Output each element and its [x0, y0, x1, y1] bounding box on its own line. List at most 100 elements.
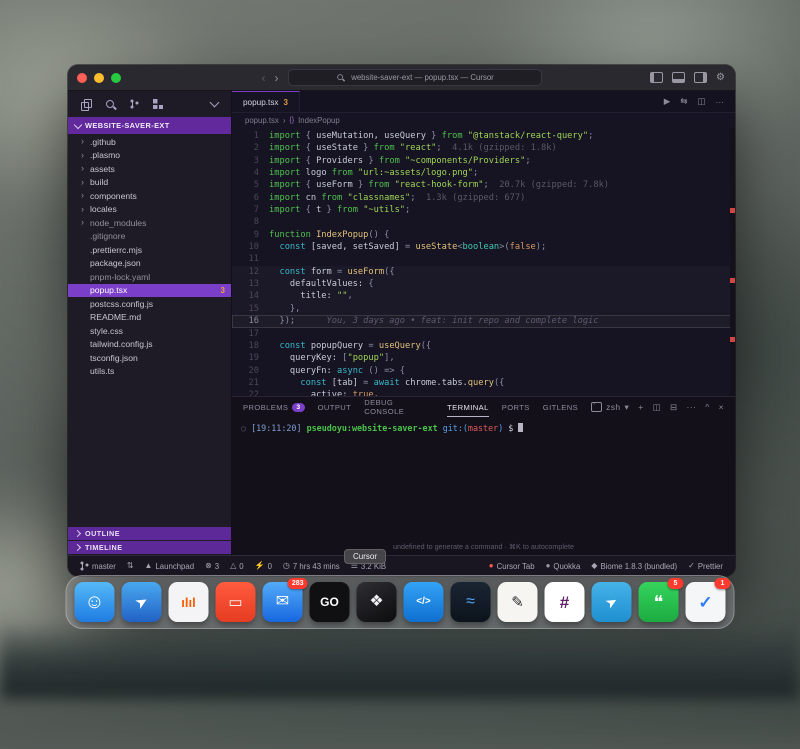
status-time-tracker[interactable]: ◷7 hrs 43 mins — [279, 562, 344, 571]
new-terminal-icon[interactable]: + — [638, 402, 643, 412]
terminal[interactable]: ○ [19:11:20] pseudoyu:website-saver-ext … — [232, 417, 735, 542]
panel-tab-ports[interactable]: PORTS — [502, 397, 530, 417]
dock-follow[interactable]: ılıl — [169, 582, 209, 622]
cursor-window: ‹ › website-saver-ext — popup.tsx — Curs… — [68, 65, 735, 576]
tree-item-label: style.css — [90, 326, 123, 336]
panel-tab-output[interactable]: OUTPUT — [318, 397, 352, 417]
tab-bar: popup.tsx 3 ▶ ⇆ ◫ ··· — [232, 91, 735, 113]
dock-wechat[interactable]: ❝5 — [639, 582, 679, 622]
gear-icon[interactable]: ⚙ — [716, 73, 725, 83]
status-launchpad[interactable]: ▲Launchpad — [141, 562, 199, 571]
dock-bird-app[interactable]: ➤ — [122, 582, 162, 622]
tree-item-tailwind.config.js[interactable]: tailwind.config.js — [68, 338, 231, 352]
dock-vscode[interactable]: </> — [404, 582, 444, 622]
outline-section-header[interactable]: OUTLINE — [68, 527, 231, 540]
source-control-icon[interactable] — [130, 99, 139, 109]
search-icon — [337, 74, 345, 82]
more-actions-icon[interactable]: ··· — [716, 97, 725, 107]
panel-tab-problems[interactable]: PROBLEMS3 — [243, 397, 305, 417]
close-window-button[interactable] — [77, 73, 87, 83]
status-sync-changes[interactable]: ⇅ — [123, 562, 138, 570]
command-center[interactable]: website-saver-ext — popup.tsx — Cursor — [288, 69, 542, 86]
panel-tab-terminal[interactable]: TERMINAL — [447, 397, 489, 417]
toggle-panel-icon[interactable] — [672, 72, 685, 83]
tree-item-postcss.config.js[interactable]: postcss.config.js — [68, 297, 231, 311]
status-counter[interactable]: ⚡0 — [251, 562, 276, 571]
open-changes-icon[interactable]: ⇆ — [680, 96, 687, 107]
tab-popup-tsx[interactable]: popup.tsx 3 — [232, 91, 300, 112]
tree-item-assets[interactable]: ›assets — [68, 162, 231, 176]
tree-item-README.md[interactable]: README.md — [68, 311, 231, 325]
toggle-secondary-sidebar-icon[interactable] — [694, 72, 707, 83]
timeline-section-header[interactable]: TIMELINE — [68, 541, 231, 554]
tree-item-pnpm-lock.yaml[interactable]: pnpm-lock.yaml — [68, 270, 231, 284]
explorer-icon[interactable] — [81, 99, 91, 110]
panel-tab-label: PORTS — [502, 403, 530, 412]
more-actions-icon[interactable]: ··· — [687, 402, 697, 412]
tree-item-popup.tsx[interactable]: popup.tsx3 — [68, 284, 231, 298]
status-prettier[interactable]: ✓Prettier — [684, 562, 727, 571]
dock-mail[interactable]: ✉283 — [263, 582, 303, 622]
breadcrumb-symbol[interactable]: IndexPopup — [298, 116, 340, 125]
vscode-icon: </> — [404, 582, 444, 622]
overview-ruler[interactable] — [730, 128, 735, 396]
status-cursor-tab[interactable]: ●Cursor Tab — [485, 562, 539, 571]
tree-item-style.css[interactable]: style.css — [68, 324, 231, 338]
panel-tab-debug-console[interactable]: DEBUG CONSOLE — [364, 397, 434, 417]
run-button[interactable]: ▶ — [664, 96, 671, 107]
status-quokka[interactable]: ●Quokka — [542, 562, 585, 571]
status-warnings[interactable]: △0 — [226, 562, 248, 571]
split-editor-icon[interactable]: ◫ — [697, 96, 705, 107]
code-line: 5import { useForm } from "react-hook-for… — [232, 179, 735, 191]
tree-item-build[interactable]: ›build — [68, 176, 231, 190]
nav-back-icon[interactable]: ‹ — [262, 72, 266, 84]
tree-item-node_modules[interactable]: ›node_modules — [68, 216, 231, 230]
zoom-window-button[interactable] — [111, 73, 121, 83]
tree-item-.github[interactable]: ›.github — [68, 135, 231, 149]
search-icon[interactable] — [105, 99, 116, 110]
chevron-right-icon: › — [81, 218, 90, 227]
tree-item-utils.ts[interactable]: utils.ts — [68, 365, 231, 379]
maximize-panel-icon[interactable]: ^ — [705, 402, 709, 412]
dock-cursor[interactable]: ❖ — [357, 582, 397, 622]
explorer-section-header[interactable]: WEBSITE-SAVER-EXT — [68, 117, 231, 134]
breadcrumb-file[interactable]: popup.tsx — [245, 116, 279, 125]
dock-telegram[interactable]: ➤ — [592, 582, 632, 622]
breadcrumb[interactable]: popup.tsx › {} IndexPopup — [232, 113, 735, 128]
dock-finder[interactable]: ☺ — [75, 582, 115, 622]
nav-forward-icon[interactable]: › — [275, 72, 279, 84]
code-editor[interactable]: 1import { useMutation, useQuery } from "… — [232, 128, 735, 396]
panel-tab-gitlens[interactable]: GITLENS — [543, 397, 578, 417]
extensions-icon[interactable] — [153, 99, 163, 109]
minimize-window-button[interactable] — [94, 73, 104, 83]
status-biome[interactable]: ◆Biome 1.8.3 (bundled) — [587, 562, 681, 571]
shell-selector[interactable]: zsh▾ — [591, 402, 629, 413]
tree-item-.prettierrc.mjs[interactable]: .prettierrc.mjs — [68, 243, 231, 257]
go-icon: GO — [310, 582, 350, 622]
tree-item-tsconfig.json[interactable]: tsconfig.json — [68, 351, 231, 365]
line-number: 1 — [232, 130, 269, 142]
dock-red-reader[interactable]: ▭ — [216, 582, 256, 622]
kill-terminal-icon[interactable]: ⊟ — [670, 402, 678, 413]
tree-item-package.json[interactable]: package.json — [68, 257, 231, 271]
dock-slack[interactable]: # — [545, 582, 585, 622]
split-terminal-icon[interactable]: ◫ — [653, 402, 661, 413]
toggle-sidebar-icon[interactable] — [650, 72, 663, 83]
dock-dev-tool[interactable]: ≈ — [451, 582, 491, 622]
status-errors[interactable]: ⊗3 — [201, 562, 223, 571]
tree-item-.plasmo[interactable]: ›.plasmo — [68, 149, 231, 163]
editor-area: popup.tsx 3 ▶ ⇆ ◫ ··· popup.tsx › {} Ind… — [232, 91, 735, 555]
titlebar[interactable]: ‹ › website-saver-ext — popup.tsx — Curs… — [68, 65, 735, 91]
status-branch[interactable]: master — [76, 561, 120, 571]
line-number: 5 — [232, 179, 269, 191]
dock-draft-app[interactable]: ✎ — [498, 582, 538, 622]
chevron-down-icon[interactable] — [210, 98, 220, 108]
dock-things[interactable]: ✓1 — [686, 582, 726, 622]
code-line: 3import { Providers } from "~components/… — [232, 155, 735, 167]
branch-icon — [80, 561, 89, 571]
dock-go[interactable]: GO — [310, 582, 350, 622]
tree-item-components[interactable]: ›components — [68, 189, 231, 203]
tree-item-.gitignore[interactable]: .gitignore — [68, 230, 231, 244]
tree-item-locales[interactable]: ›locales — [68, 203, 231, 217]
close-panel-icon[interactable]: × — [719, 402, 724, 412]
